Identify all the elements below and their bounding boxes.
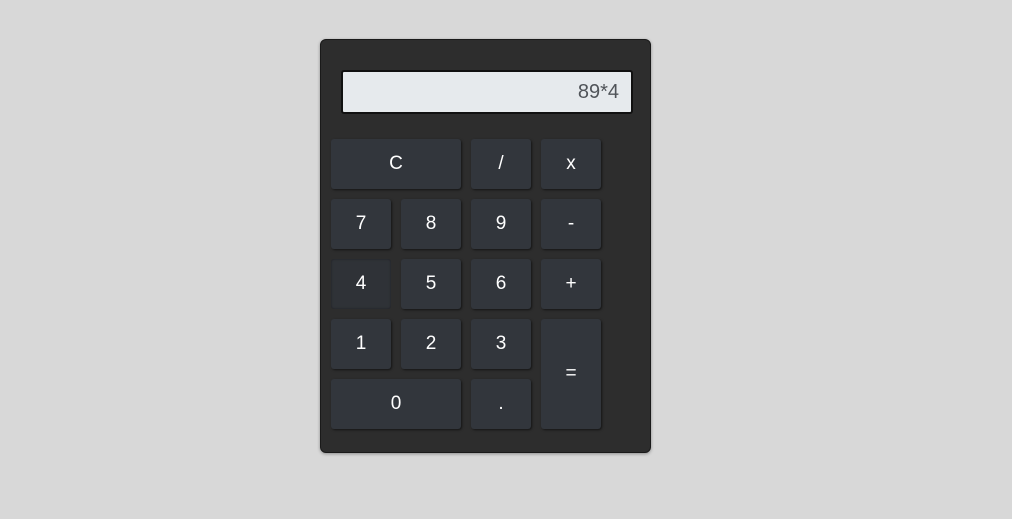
decimal-button[interactable]: . <box>471 379 531 429</box>
digit-7-button[interactable]: 7 <box>331 199 391 249</box>
digit-0-button[interactable]: 0 <box>331 379 461 429</box>
add-button[interactable]: + <box>541 259 601 309</box>
equals-button[interactable]: = <box>541 319 601 429</box>
calculator-body: C / x 7 8 9 - 4 5 6 + 1 2 3 = 0 . <box>320 39 651 453</box>
digit-2-button[interactable]: 2 <box>401 319 461 369</box>
digit-5-button[interactable]: 5 <box>401 259 461 309</box>
digit-4-button[interactable]: 4 <box>331 259 391 309</box>
clear-button[interactable]: C <box>331 139 461 189</box>
digit-1-button[interactable]: 1 <box>331 319 391 369</box>
calculator-display[interactable] <box>341 70 633 114</box>
divide-button[interactable]: / <box>471 139 531 189</box>
digit-6-button[interactable]: 6 <box>471 259 531 309</box>
digit-3-button[interactable]: 3 <box>471 319 531 369</box>
multiply-button[interactable]: x <box>541 139 601 189</box>
digit-8-button[interactable]: 8 <box>401 199 461 249</box>
subtract-button[interactable]: - <box>541 199 601 249</box>
digit-9-button[interactable]: 9 <box>471 199 531 249</box>
